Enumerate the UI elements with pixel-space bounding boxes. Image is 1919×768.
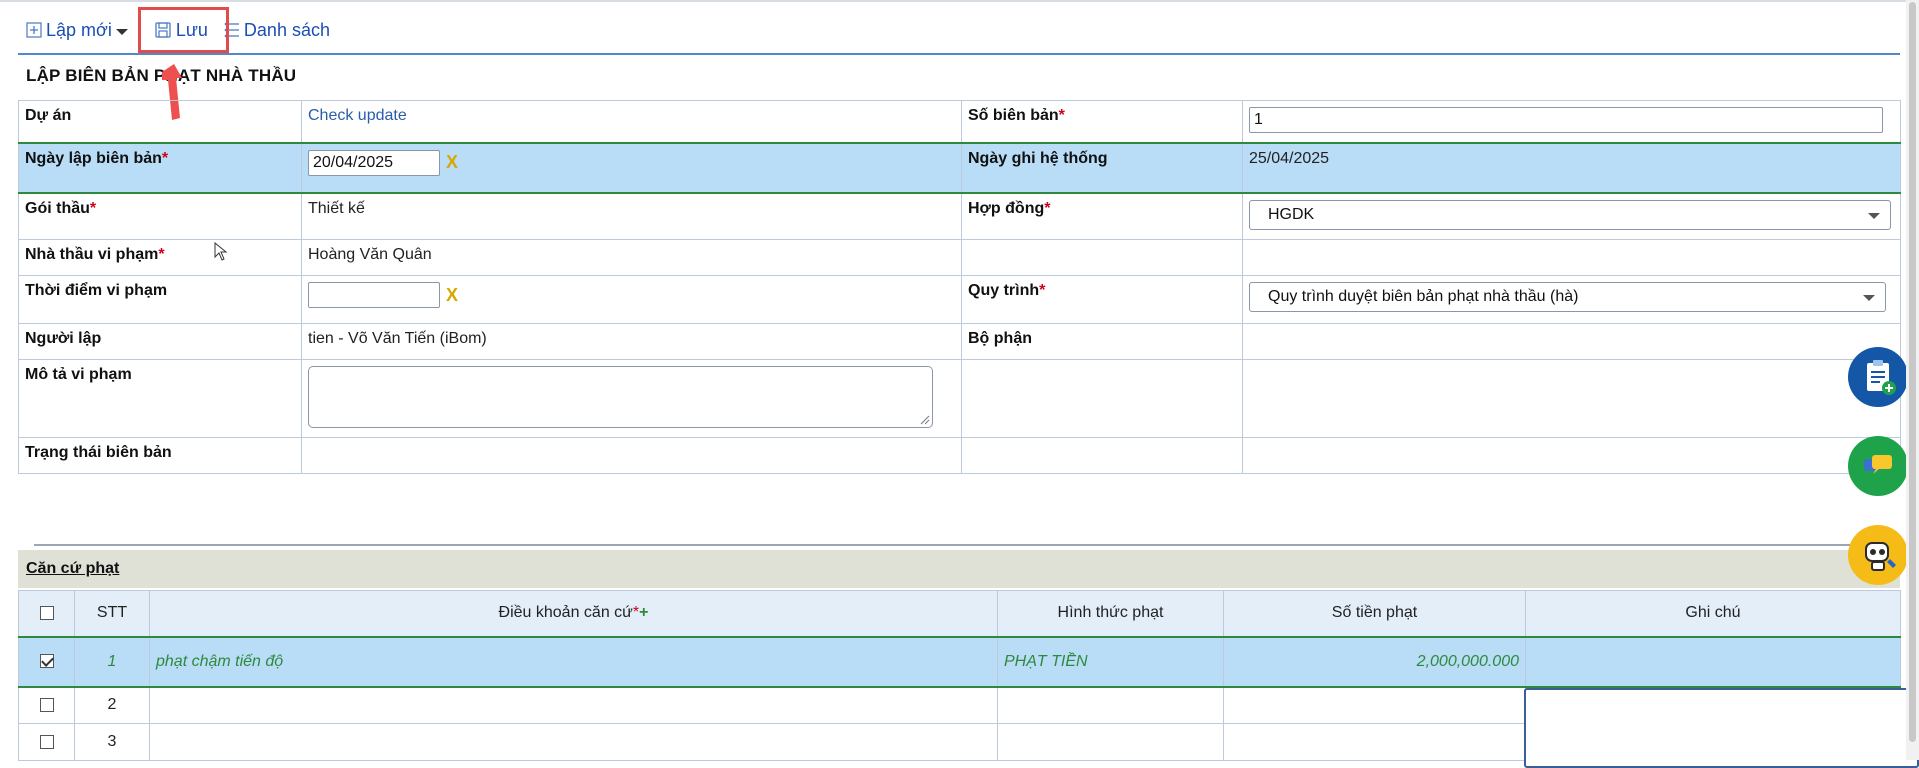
description-textarea[interactable]: [308, 366, 933, 428]
col-note: Ghi chú: [1525, 590, 1901, 637]
contractor-label: Nhà thầu vi phạm*: [18, 239, 302, 276]
list-button[interactable]: Danh sách: [224, 20, 330, 41]
violation-time-input[interactable]: [308, 282, 440, 308]
process-select[interactable]: Quy trình duyệt biên bản phạt nhà thầu (…: [1249, 282, 1886, 312]
calendar-clear-icon[interactable]: X: [446, 285, 458, 306]
report-form: Dự án Check update Số biên bản* Ngày lập…: [18, 100, 1901, 474]
select-all-checkbox[interactable]: [39, 606, 54, 621]
row-checkbox[interactable]: [39, 698, 54, 713]
contract-label: Hợp đồng*: [961, 192, 1243, 240]
form-row-project: Dự án Check update Số biên bản*: [18, 100, 1901, 143]
col-amount: Số tiền phạt: [1223, 590, 1526, 637]
chevron-down-icon[interactable]: [115, 29, 128, 35]
list-button-label: Danh sách: [243, 19, 330, 40]
form-row-description: Mô tả vi phạm: [18, 359, 1901, 438]
vertical-scrollbar[interactable]: [1906, 0, 1919, 760]
form-row-violation-time: Thời điểm vi phạm X Quy trình* Quy trình…: [18, 275, 1901, 324]
top-border: [0, 0, 1919, 2]
robot-support-icon: [1865, 542, 1896, 571]
creator-value: tien - Võ Văn Tiến (iBom): [301, 323, 962, 360]
new-button[interactable]: Lập mới: [26, 20, 128, 41]
chevron-down-icon: [1868, 212, 1880, 219]
resize-grip-icon[interactable]: [918, 413, 930, 425]
sys-date-label: Ngày ghi hệ thống: [961, 141, 1243, 194]
project-label: Dự án: [18, 100, 302, 143]
violation-time-label: Thời điểm vi phạm: [18, 275, 302, 324]
calendar-clear-icon[interactable]: X: [446, 152, 458, 173]
add-icon[interactable]: +: [639, 604, 648, 621]
save-highlight-box: [138, 7, 229, 53]
chevron-down-icon: [1863, 295, 1875, 301]
scrollbar-thumb[interactable]: [1909, 2, 1916, 742]
section-header: Căn cứ phạt: [18, 550, 1900, 588]
form-row-date: Ngày lập biên bản* X Ngày ghi hệ thống 2…: [18, 141, 1901, 194]
desc-label: Mô tả vi phạm: [18, 359, 302, 438]
creator-label: Người lập: [18, 323, 302, 360]
new-button-label: Lập mới: [46, 19, 112, 40]
package-value: Thiết kế: [301, 192, 962, 240]
toolbar-divider: [18, 53, 1900, 55]
plus-square-icon: [26, 22, 42, 38]
row-checkbox[interactable]: [39, 654, 54, 669]
row-checkbox[interactable]: [39, 734, 54, 749]
robot-support-button[interactable]: [1848, 525, 1908, 585]
section-divider: [34, 544, 1900, 546]
table-row[interactable]: 1 phạt chậm tiến độ PHẠT TIỀN 2,000,000.…: [18, 635, 1901, 688]
form-row-creator: Người lập tien - Võ Văn Tiến (iBom) Bộ p…: [18, 323, 1901, 360]
sys-date-value: 25/04/2025: [1242, 141, 1901, 194]
chat-icon: [1864, 455, 1892, 474]
clipboard-add-icon: [1867, 360, 1896, 395]
contractor-value: Hoàng Văn Quân: [301, 239, 962, 276]
form-row-package: Gói thầu* Thiết kế Hợp đồng* HGDK: [18, 192, 1901, 240]
status-label: Trạng thái biên bản: [18, 437, 302, 474]
grid-header-row: STT Điều khoản căn cứ*+ Hình thức phạt S…: [18, 590, 1901, 637]
col-stt: STT: [74, 590, 150, 637]
form-row-contractor: Nhà thầu vi phạm* Hoàng Văn Quân: [18, 239, 1901, 276]
col-form: Hình thức phạt: [997, 590, 1224, 637]
clipboard-add-button[interactable]: [1848, 347, 1908, 407]
mouse-cursor-icon: [214, 242, 228, 261]
package-label: Gói thầu*: [18, 192, 302, 240]
report-no-label: Số biên bản*: [961, 100, 1243, 143]
date-input[interactable]: [308, 149, 440, 176]
form-row-status: Trạng thái biên bản: [18, 437, 1901, 474]
date-label: Ngày lập biên bản*: [18, 141, 302, 194]
section-title[interactable]: Căn cứ phạt: [26, 560, 119, 578]
dept-label: Bộ phận: [961, 323, 1243, 360]
col-clause: Điều khoản căn cứ*+: [149, 590, 998, 637]
process-label: Quy trình*: [961, 275, 1243, 324]
project-link[interactable]: Check update: [308, 107, 407, 124]
report-no-input[interactable]: [1249, 107, 1883, 133]
contract-select[interactable]: HGDK: [1249, 199, 1891, 230]
chat-button[interactable]: [1848, 436, 1908, 496]
note-editor-popup[interactable]: [1524, 688, 1919, 768]
